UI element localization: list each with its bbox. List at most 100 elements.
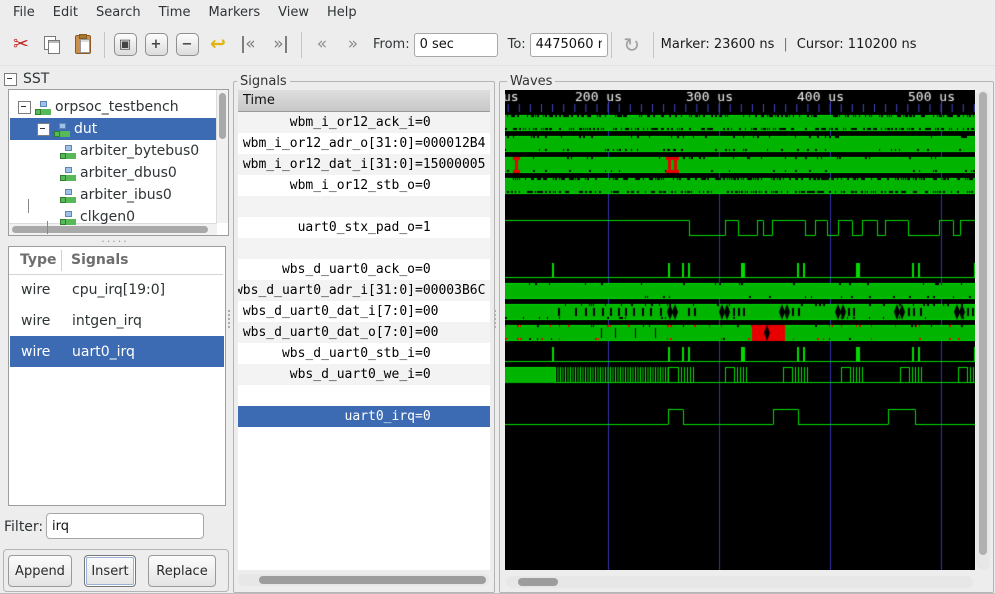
copy-button[interactable] bbox=[39, 30, 65, 60]
signal-row-wbs_d_uart0_dat_i[7:0][interactable]: wbs_d_uart0_dat_i[7:0]=00 bbox=[238, 301, 490, 322]
expander-icon[interactable] bbox=[18, 101, 31, 114]
tree-item-label: arbiter_bytebus0 bbox=[80, 143, 199, 159]
cell-type: wire bbox=[10, 313, 65, 329]
menu-item-edit[interactable]: Edit bbox=[44, 2, 87, 23]
tree-vscrollbar[interactable] bbox=[216, 90, 228, 223]
table-row-intgen_irq[interactable]: wireintgen_irq bbox=[10, 305, 224, 336]
module-icon bbox=[35, 101, 50, 114]
signal-value: =0 bbox=[415, 343, 431, 364]
signal-row-uart0_irq[interactable]: uart0_irq=0 bbox=[238, 406, 490, 427]
waves-hscrollbar-thumb[interactable] bbox=[518, 578, 558, 586]
tree-item-label: arbiter_ibus0 bbox=[80, 187, 172, 203]
to-input[interactable] bbox=[530, 33, 608, 57]
menu-item-time[interactable]: Time bbox=[150, 2, 200, 23]
toolbar-separator bbox=[653, 32, 654, 58]
cell-type: wire bbox=[10, 282, 65, 298]
column-header-type[interactable]: Type bbox=[20, 252, 57, 268]
filter-input[interactable] bbox=[46, 513, 204, 539]
cell-signal: intgen_irq bbox=[65, 313, 142, 329]
signal-value: =0 bbox=[415, 259, 431, 280]
signals-hscrollbar[interactable] bbox=[238, 574, 489, 586]
signal-row-wbs_d_uart0_ack_o[interactable]: wbs_d_uart0_ack_o=0 bbox=[238, 259, 490, 280]
signal-name: wbs_d_uart0_we_i bbox=[238, 364, 415, 385]
signals-hscrollbar-thumb[interactable] bbox=[259, 576, 486, 584]
append-button[interactable]: Append bbox=[8, 555, 72, 587]
column-divider[interactable] bbox=[61, 250, 62, 271]
signal-value: =00003B6C bbox=[415, 280, 485, 301]
signal-value: =000012B4 bbox=[415, 133, 485, 154]
zoom-fit-icon: ▣ bbox=[114, 33, 137, 56]
zoom-out-button[interactable]: − bbox=[174, 30, 200, 60]
tree-item-orpsoc_testbench[interactable]: orpsoc_testbench bbox=[10, 96, 216, 118]
wave-canvas[interactable] bbox=[505, 90, 975, 570]
signal-row-blank[interactable] bbox=[238, 385, 490, 406]
go-to-start-button[interactable]: « bbox=[236, 30, 262, 60]
module-icon bbox=[60, 211, 75, 224]
sst-label: SST bbox=[23, 71, 49, 87]
waves-hscrollbar[interactable] bbox=[506, 576, 973, 588]
zoom-in-button[interactable]: + bbox=[143, 30, 169, 60]
menu-item-markers[interactable]: Markers bbox=[199, 2, 269, 23]
signal-row-wbm_i_or12_dat_i[31:0][interactable]: wbm_i_or12_dat_i[31:0]=15000005 bbox=[238, 154, 490, 175]
signal-row-uart0_stx_pad_o[interactable]: uart0_stx_pad_o=1 bbox=[238, 217, 490, 238]
zoom-fit-button[interactable]: ▣ bbox=[112, 30, 138, 60]
tree-item-arbiter_bytebus0[interactable]: arbiter_bytebus0 bbox=[10, 140, 216, 162]
signal-name: wbs_d_uart0_ack_o bbox=[238, 259, 415, 280]
tree-item-arbiter_dbus0[interactable]: arbiter_dbus0 bbox=[10, 162, 216, 184]
menu-item-file[interactable]: File bbox=[4, 2, 44, 23]
tree-item-arbiter_ibus0[interactable]: arbiter_ibus0 bbox=[10, 184, 216, 206]
sst-tree: orpsoc_testbenchdut arbiter_bytebus0arbit… bbox=[8, 89, 229, 236]
waves-vscrollbar[interactable] bbox=[976, 90, 990, 570]
tree-vscrollbar-thumb[interactable] bbox=[219, 93, 226, 139]
zoom-in-icon: + bbox=[145, 33, 168, 56]
signal-row-wbs_d_uart0_dat_o[7:0][interactable]: wbs_d_uart0_dat_o[7:0]=00 bbox=[238, 322, 490, 343]
signal-value: =0 bbox=[415, 406, 431, 427]
waves-vscrollbar-thumb[interactable] bbox=[979, 92, 987, 555]
signal-name: wbm_i_or12_stb_o bbox=[238, 175, 415, 196]
table-row-cpu_irq[19:0][interactable]: wirecpu_irq[19:0] bbox=[10, 274, 224, 305]
sst-signals-splitter[interactable] bbox=[227, 310, 231, 328]
signal-row-wbs_d_uart0_we_i[interactable]: wbs_d_uart0_we_i=0 bbox=[238, 364, 490, 385]
sst-collapse-icon[interactable] bbox=[4, 73, 17, 86]
signal-row-blank[interactable] bbox=[238, 196, 490, 217]
paste-icon bbox=[75, 35, 91, 54]
reload-icon: ↻ bbox=[623, 35, 640, 55]
expander-icon[interactable] bbox=[37, 123, 50, 136]
tree-item-clkgen0[interactable]: clkgen0 bbox=[10, 206, 216, 228]
reload-button[interactable]: ↻ bbox=[619, 30, 645, 60]
menu-item-help[interactable]: Help bbox=[318, 2, 366, 23]
shift-right-button[interactable]: » bbox=[340, 30, 366, 60]
from-input[interactable] bbox=[414, 33, 498, 57]
signal-row-wbs_d_uart0_adr_i[31:0][interactable]: wbs_d_uart0_adr_i[31:0]=00003B6C bbox=[238, 280, 490, 301]
signal-name: wbm_i_or12_dat_i[31:0] bbox=[238, 154, 415, 175]
zoom-undo-button[interactable]: ↩ bbox=[205, 30, 231, 60]
signal-value: =00 bbox=[415, 322, 438, 343]
toolbar-separator bbox=[104, 32, 105, 58]
table-row-uart0_irq[interactable]: wireuart0_irq bbox=[10, 336, 224, 367]
go-to-end-button[interactable]: » bbox=[267, 30, 293, 60]
module-icon bbox=[60, 167, 75, 180]
paste-button[interactable] bbox=[70, 30, 96, 60]
signal-row-wbm_i_or12_ack_i[interactable]: wbm_i_or12_ack_i=0 bbox=[238, 112, 490, 133]
shift-left-button[interactable]: « bbox=[309, 30, 335, 60]
column-header-signals[interactable]: Signals bbox=[71, 252, 128, 268]
signal-row-blank[interactable] bbox=[238, 238, 490, 259]
cut-button[interactable]: ✂ bbox=[8, 30, 34, 60]
signal-row-wbm_i_or12_stb_o[interactable]: wbm_i_or12_stb_o=0 bbox=[238, 175, 490, 196]
tree-item-dut[interactable]: dut bbox=[10, 118, 216, 140]
filter-label: Filter: bbox=[4, 519, 43, 535]
tree-item-label: clkgen0 bbox=[80, 209, 135, 225]
menu-item-search[interactable]: Search bbox=[87, 2, 150, 23]
tree-item-label: dut bbox=[74, 121, 97, 137]
insert-button[interactable]: Insert bbox=[84, 555, 136, 587]
copy-icon bbox=[44, 36, 60, 54]
signal-name: wbs_d_uart0_adr_i[31:0] bbox=[238, 280, 415, 301]
signal-row-wbm_i_or12_adr_o[31:0][interactable]: wbm_i_or12_adr_o[31:0]=000012B4 bbox=[238, 133, 490, 154]
shift-left-icon: « bbox=[317, 36, 327, 53]
module-icon bbox=[60, 145, 75, 158]
menu-item-view[interactable]: View bbox=[269, 2, 318, 23]
signal-row-wbs_d_uart0_stb_i[interactable]: wbs_d_uart0_stb_i=0 bbox=[238, 343, 490, 364]
time-header[interactable]: Time bbox=[238, 90, 490, 112]
marker-cursor-divider: | bbox=[783, 37, 787, 52]
replace-button[interactable]: Replace bbox=[148, 555, 216, 587]
